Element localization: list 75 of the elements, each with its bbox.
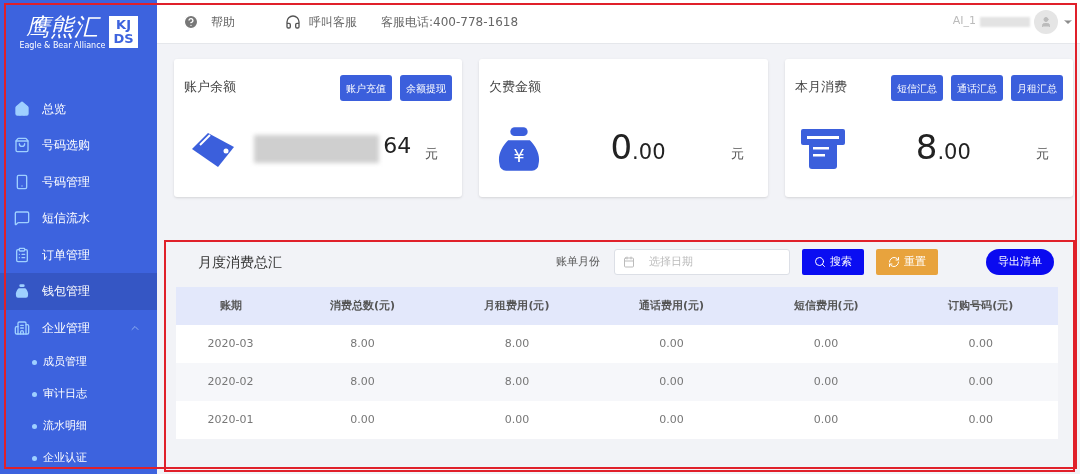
phone-icon — [14, 173, 30, 190]
table-cell: 0.00 — [439, 401, 595, 439]
section-title: 月度消费总汇 — [198, 252, 282, 272]
message-icon — [14, 210, 30, 227]
card-title: 账户余额 — [184, 78, 236, 96]
card-button[interactable]: 通话汇总 — [951, 75, 1003, 101]
table-cell: 2020-02 — [176, 363, 286, 401]
column-header: 短信费用(元) — [748, 287, 904, 325]
card-button[interactable]: 月租汇总 — [1011, 75, 1063, 101]
calendar-icon — [623, 256, 635, 268]
table-cell: 0.00 — [748, 363, 904, 401]
search-icon — [814, 256, 826, 268]
table-cell: 8.00 — [439, 325, 595, 363]
table-cell: 0.00 — [594, 325, 749, 363]
table-cell: 8.00 — [285, 325, 440, 363]
card-button[interactable]: 短信汇总 — [891, 75, 943, 101]
sidebar-item[interactable]: 订单管理 — [0, 236, 157, 273]
call-service-link[interactable]: 呼叫客服 — [285, 12, 357, 31]
card-title: 本月消费 — [794, 78, 847, 96]
refresh-icon — [888, 256, 900, 268]
sidebar-item[interactable]: 总览 — [0, 90, 157, 127]
sidebar-subitem[interactable]: 成员管理 — [0, 346, 157, 378]
column-header: 消费总数(元) — [285, 287, 440, 325]
table-cell: 0.00 — [594, 363, 749, 401]
amount-value: 64 — [383, 135, 412, 157]
amount-value: 8 — [915, 129, 938, 164]
masked-username — [980, 16, 1030, 27]
table-cell: 2020-01 — [176, 401, 286, 439]
headset-icon — [285, 13, 301, 30]
column-header: 通话费用(元) — [594, 287, 749, 325]
unit-text: 元 — [1036, 145, 1049, 164]
user-icon — [1040, 15, 1052, 28]
export-button[interactable]: 导出清单 — [986, 249, 1054, 275]
table-cell: 8.00 — [285, 363, 440, 401]
logo-badge: KJ DS — [109, 16, 138, 49]
column-header: 月租费用(元) — [439, 287, 595, 325]
clipboard-icon — [14, 246, 30, 263]
table-cell: 0.00 — [748, 401, 904, 439]
logo-tagline: Eagle & Bear Alliance — [19, 41, 106, 52]
amount-decimals: .00 — [632, 138, 666, 166]
table-cell: 2020-03 — [176, 325, 286, 363]
sidebar-item[interactable]: 短信流水 — [0, 200, 157, 237]
search-button[interactable]: 搜索 — [802, 249, 864, 275]
card-button[interactable]: 余额提现 — [400, 75, 453, 101]
home-icon — [14, 100, 30, 117]
sidebar-item[interactable]: 钱包管理 — [0, 273, 157, 310]
amount-decimals: .00 — [937, 138, 971, 166]
table-cell: 0.00 — [903, 363, 1058, 401]
building-icon — [14, 319, 30, 336]
card-button[interactable]: 账户充值 — [340, 75, 393, 101]
hotline-text: 客服电话:400-778-1618 — [381, 13, 519, 31]
unit-text: 元 — [730, 145, 744, 164]
table-cell: 0.00 — [594, 401, 749, 439]
help-icon — [183, 13, 199, 30]
money-bag-icon — [14, 283, 30, 300]
unit-text: 元 — [425, 145, 439, 164]
card-title: 欠费金额 — [489, 78, 542, 96]
column-header: 账期 — [176, 287, 286, 325]
sidebar-subitem[interactable]: 审计日志 — [0, 378, 157, 410]
table-cell: 0.00 — [285, 401, 440, 439]
table-cell: 0.00 — [903, 401, 1058, 439]
sidebar-item[interactable]: 号码选购 — [0, 127, 157, 164]
table-cell: 8.00 — [439, 363, 595, 401]
sidebar-subitem[interactable]: 流水明细 — [0, 410, 157, 442]
table-cell: 0.00 — [903, 325, 1058, 363]
sidebar-item[interactable]: 企业管理 — [0, 309, 157, 346]
help-link[interactable]: 帮助 — [183, 12, 235, 31]
column-header: 订购号码(元) — [903, 287, 1058, 325]
table-cell: 0.00 — [748, 325, 904, 363]
logo-text: 鹰熊汇 — [26, 13, 99, 42]
bag-icon — [14, 137, 30, 154]
filter-label: 账单月份 — [556, 253, 600, 270]
amount-value: 0 — [610, 129, 633, 164]
sidebar-subitem[interactable]: 企业认证 — [0, 442, 157, 474]
sidebar-item[interactable]: 号码管理 — [0, 163, 157, 200]
